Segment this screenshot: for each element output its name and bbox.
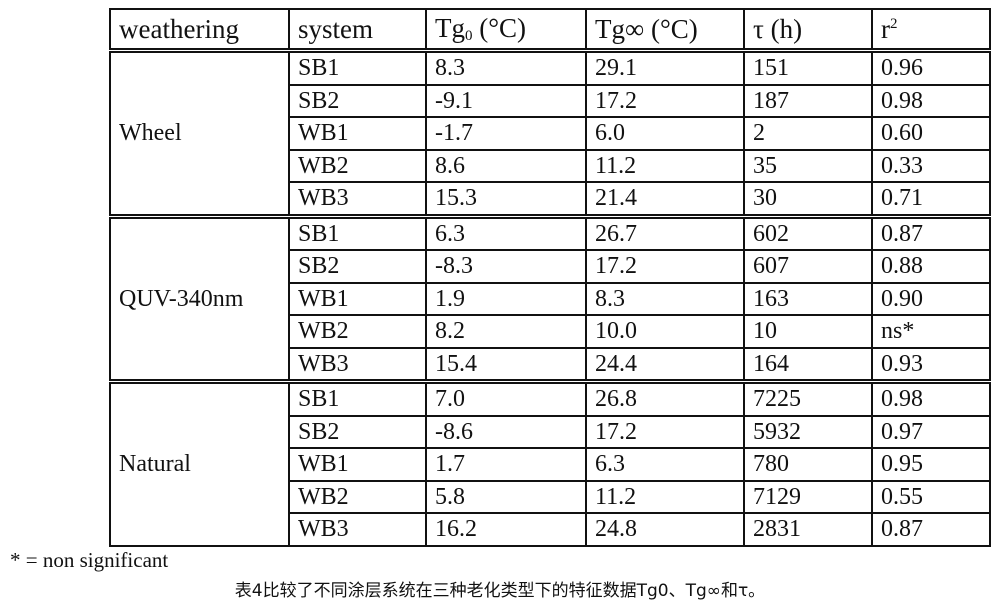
table-row: Wheel SB1 8.3 29.1 151 0.96: [109, 49, 991, 217]
table-row: Natural SB1 7.0 26.8 7225 0.98: [109, 380, 991, 547]
tg0-cell: 8.2: [425, 314, 587, 349]
system-cell: WB3: [288, 181, 427, 217]
tg0-cell: 8.3: [425, 49, 587, 86]
tau-cell: 164: [743, 346, 873, 383]
group-quv: QUV-340nm SB1 6.3 26.7 602 0.87 SB2 -8.3 17.2 607…: [109, 215, 991, 383]
system-cell: WB1: [288, 281, 427, 316]
system-cell: WB3: [288, 346, 427, 383]
tg0-cell: -8.6: [425, 414, 587, 449]
system-cell: WB2: [288, 314, 427, 349]
tginf-cell: 24.8: [585, 512, 745, 547]
tg0-cell: 8.6: [425, 148, 587, 183]
tg0-cell: -9.1: [425, 83, 587, 118]
tginf-cell: 24.4: [585, 346, 745, 383]
caption: 表4比较了不同涂层系统在三种老化类型下的特征数据Tg0、Tg∞和τ。: [234, 581, 766, 601]
tau-cell: 187: [743, 83, 873, 118]
tau-cell: 780: [743, 447, 873, 482]
tginf-cell: 11.2: [585, 479, 745, 514]
table-row: QUV-340nm SB1 6.3 26.7 602 0.87: [109, 215, 991, 383]
r2-cell: 0.88: [871, 249, 991, 284]
tginf-cell: 29.1: [585, 49, 745, 86]
group-wheel: Wheel SB1 8.3 29.1 151 0.96 SB2 -9.1 17.2 187 0.98…: [109, 49, 991, 217]
weathering-cell: Wheel: [109, 49, 290, 217]
tau-cell: 7225: [743, 380, 873, 417]
tg0-cell: 15.4: [425, 346, 587, 383]
header-tg0: Tg0 (°C): [425, 8, 587, 52]
header-system: system: [288, 8, 427, 52]
weathering-cell: Natural: [109, 380, 290, 547]
header-tginf: Tg∞ (°C): [585, 8, 745, 52]
r2-cell: 0.90: [871, 281, 991, 316]
system-cell: WB2: [288, 479, 427, 514]
system-cell: SB1: [288, 215, 427, 251]
tg0-cell: 1.7: [425, 447, 587, 482]
r2-cell: 0.60: [871, 116, 991, 151]
tau-cell: 7129: [743, 479, 873, 514]
header-r2: r2: [871, 8, 991, 52]
r2-cell: 0.71: [871, 181, 991, 217]
tau-cell: 2: [743, 116, 873, 151]
tg0-cell: 5.8: [425, 479, 587, 514]
tginf-cell: 17.2: [585, 414, 745, 449]
tau-cell: 163: [743, 281, 873, 316]
header-row: weathering system Tg0 (°C) Tg∞ (°C) τ (h…: [109, 8, 991, 52]
tau-cell: 151: [743, 49, 873, 86]
system-cell: SB1: [288, 380, 427, 417]
r2-cell: 0.33: [871, 148, 991, 183]
tau-cell: 602: [743, 215, 873, 251]
system-cell: SB1: [288, 49, 427, 86]
tg0-cell: 15.3: [425, 181, 587, 217]
tau-cell: 30: [743, 181, 873, 217]
r2-cell: 0.98: [871, 380, 991, 417]
tg0-unit: (°C): [472, 12, 527, 43]
weathering-results-table: weathering system Tg0 (°C) Tg∞ (°C) τ (h…: [109, 8, 991, 547]
tg0-cell: 6.3: [425, 215, 587, 251]
tginf-cell: 17.2: [585, 249, 745, 284]
r2-base: r: [881, 13, 890, 44]
tginf-cell: 26.7: [585, 215, 745, 251]
weathering-cell: QUV-340nm: [109, 215, 290, 383]
r2-cell: 0.96: [871, 49, 991, 86]
tg0-cell: -8.3: [425, 249, 587, 284]
system-cell: SB2: [288, 414, 427, 449]
r2-cell: 0.87: [871, 512, 991, 547]
r2-cell: 0.95: [871, 447, 991, 482]
system-cell: WB2: [288, 148, 427, 183]
tginf-cell: 11.2: [585, 148, 745, 183]
tau-cell: 607: [743, 249, 873, 284]
tg0-base: Tg: [435, 12, 465, 43]
r2-cell: ns*: [871, 314, 991, 349]
system-cell: WB1: [288, 116, 427, 151]
group-natural: Natural SB1 7.0 26.8 7225 0.98 SB2 -8.6 17.2 5932…: [109, 380, 991, 547]
tau-cell: 35: [743, 148, 873, 183]
tau-cell: 10: [743, 314, 873, 349]
system-cell: WB1: [288, 447, 427, 482]
tginf-cell: 8.3: [585, 281, 745, 316]
tg0-cell: 1.9: [425, 281, 587, 316]
r2-cell: 0.55: [871, 479, 991, 514]
r2-cell: 0.87: [871, 215, 991, 251]
tau-cell: 5932: [743, 414, 873, 449]
system-cell: SB2: [288, 83, 427, 118]
header-weathering: weathering: [109, 8, 290, 52]
system-cell: SB2: [288, 249, 427, 284]
tginf-cell: 26.8: [585, 380, 745, 417]
tg0-subscript: 0: [465, 27, 473, 44]
tau-cell: 2831: [743, 512, 873, 547]
header-tau: τ (h): [743, 8, 873, 52]
tg0-cell: -1.7: [425, 116, 587, 151]
r2-cell: 0.98: [871, 83, 991, 118]
r2-cell: 0.93: [871, 346, 991, 383]
footnote: * = non significant: [10, 548, 169, 572]
tginf-cell: 21.4: [585, 181, 745, 217]
tg0-cell: 7.0: [425, 380, 587, 417]
system-cell: WB3: [288, 512, 427, 547]
tginf-cell: 6.3: [585, 447, 745, 482]
r2-cell: 0.97: [871, 414, 991, 449]
tginf-cell: 6.0: [585, 116, 745, 151]
r2-superscript: 2: [890, 15, 898, 32]
tginf-cell: 10.0: [585, 314, 745, 349]
tg0-cell: 16.2: [425, 512, 587, 547]
tginf-cell: 17.2: [585, 83, 745, 118]
